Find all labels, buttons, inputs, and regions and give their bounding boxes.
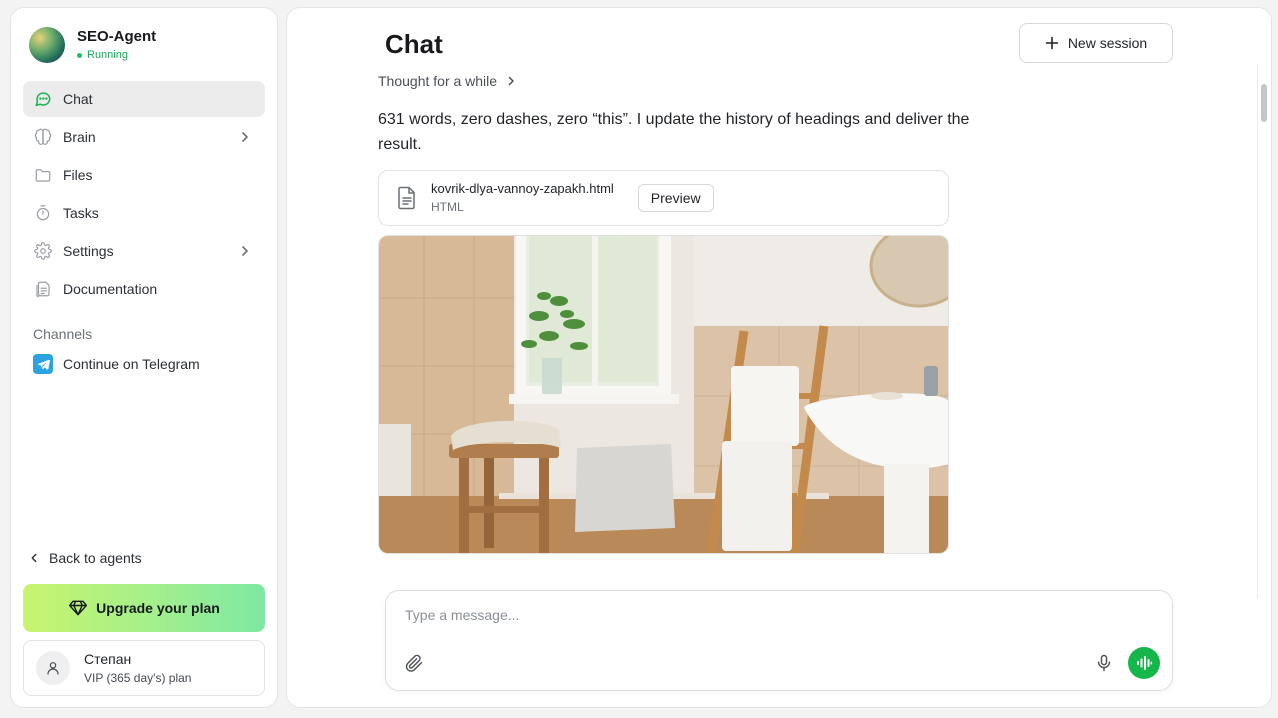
chat-panel: Chat New session Thought for a while 631… <box>286 7 1272 708</box>
user-name: Степан <box>84 650 132 667</box>
message-composer <box>385 590 1173 691</box>
file-name: kovrik-dlya-vannoy-zapakh.html <box>431 181 614 196</box>
user-avatar <box>36 651 70 685</box>
gear-icon <box>33 241 53 261</box>
back-to-agents-link[interactable]: Back to agents <box>27 550 142 566</box>
sidebar-item-label: Tasks <box>63 205 99 221</box>
sidebar-item-label: Documentation <box>63 281 158 297</box>
scrollbar-thumb[interactable] <box>1261 84 1267 122</box>
message-input[interactable] <box>405 607 1085 623</box>
agent-name: SEO-Agent <box>77 28 157 45</box>
upgrade-plan-button[interactable]: Upgrade your plan <box>23 584 265 632</box>
thought-toggle[interactable]: Thought for a while <box>378 73 517 89</box>
sidebar-item-chat[interactable]: Chat <box>23 81 265 117</box>
telegram-label: Continue on Telegram <box>63 356 200 372</box>
diamond-icon <box>69 600 88 616</box>
page-title: Chat <box>385 29 443 59</box>
chevron-left-icon <box>31 553 37 563</box>
sidebar-item-documentation[interactable]: Documentation <box>23 271 265 307</box>
sidebar-item-tasks[interactable]: Tasks <box>23 195 265 231</box>
user-icon <box>47 662 59 675</box>
preview-button[interactable]: Preview <box>637 184 714 212</box>
sidebar: SEO-Agent Running Chat Brain Files Tasks… <box>10 7 278 708</box>
plus-icon <box>1045 36 1059 50</box>
folder-icon <box>33 165 53 185</box>
timer-icon <box>33 203 53 223</box>
waveform-icon <box>1137 656 1153 670</box>
bathroom-illustration <box>379 236 948 553</box>
status-dot-icon <box>77 52 82 58</box>
paperclip-icon[interactable] <box>404 653 424 673</box>
chevron-right-icon <box>242 132 248 142</box>
sidebar-item-label: Settings <box>63 243 114 259</box>
thought-label: Thought for a while <box>378 73 498 89</box>
sidebar-item-label: Chat <box>63 91 93 107</box>
sidebar-item-settings[interactable]: Settings <box>23 233 265 269</box>
upgrade-plan-label: Upgrade your plan <box>96 600 220 616</box>
back-to-agents-label: Back to agents <box>49 550 142 566</box>
file-icon <box>398 186 415 210</box>
assistant-message: 631 words, zero dashes, zero “this”. I u… <box>378 111 970 153</box>
file-type: HTML <box>431 200 464 214</box>
new-session-label: New session <box>1067 35 1148 51</box>
voice-mode-button[interactable] <box>1128 647 1160 679</box>
new-session-button[interactable]: New session <box>1019 23 1173 63</box>
chevron-right-icon <box>242 246 248 256</box>
sidebar-item-label: Brain <box>63 129 96 145</box>
brain-icon <box>33 127 53 147</box>
agent-header[interactable]: SEO-Agent Running <box>29 27 156 63</box>
chat-scrollbar[interactable] <box>1257 64 1269 598</box>
bathroom-photo[interactable] <box>378 235 949 554</box>
sidebar-item-files[interactable]: Files <box>23 157 265 193</box>
sidebar-nav: Chat Brain Files Tasks Settings Document… <box>23 81 265 309</box>
user-plan: VIP (365 day's) plan <box>84 670 192 685</box>
agent-avatar <box>29 27 65 63</box>
chevron-right-icon <box>508 76 514 86</box>
telegram-icon <box>33 354 53 374</box>
agent-status: Running <box>77 48 156 62</box>
sidebar-item-telegram[interactable]: Continue on Telegram <box>33 354 200 374</box>
document-icon <box>33 279 53 299</box>
agent-status-label: Running <box>87 49 128 61</box>
user-profile-card[interactable]: Степан VIP (365 day's) plan <box>23 640 265 696</box>
channels-heading: Channels <box>33 326 93 342</box>
sidebar-item-brain[interactable]: Brain <box>23 119 265 155</box>
chat-bubble-icon <box>33 89 53 109</box>
microphone-icon[interactable] <box>1094 653 1114 673</box>
sidebar-item-label: Files <box>63 167 93 183</box>
file-attachment-card[interactable]: kovrik-dlya-vannoy-zapakh.html HTML Prev… <box>378 170 949 226</box>
